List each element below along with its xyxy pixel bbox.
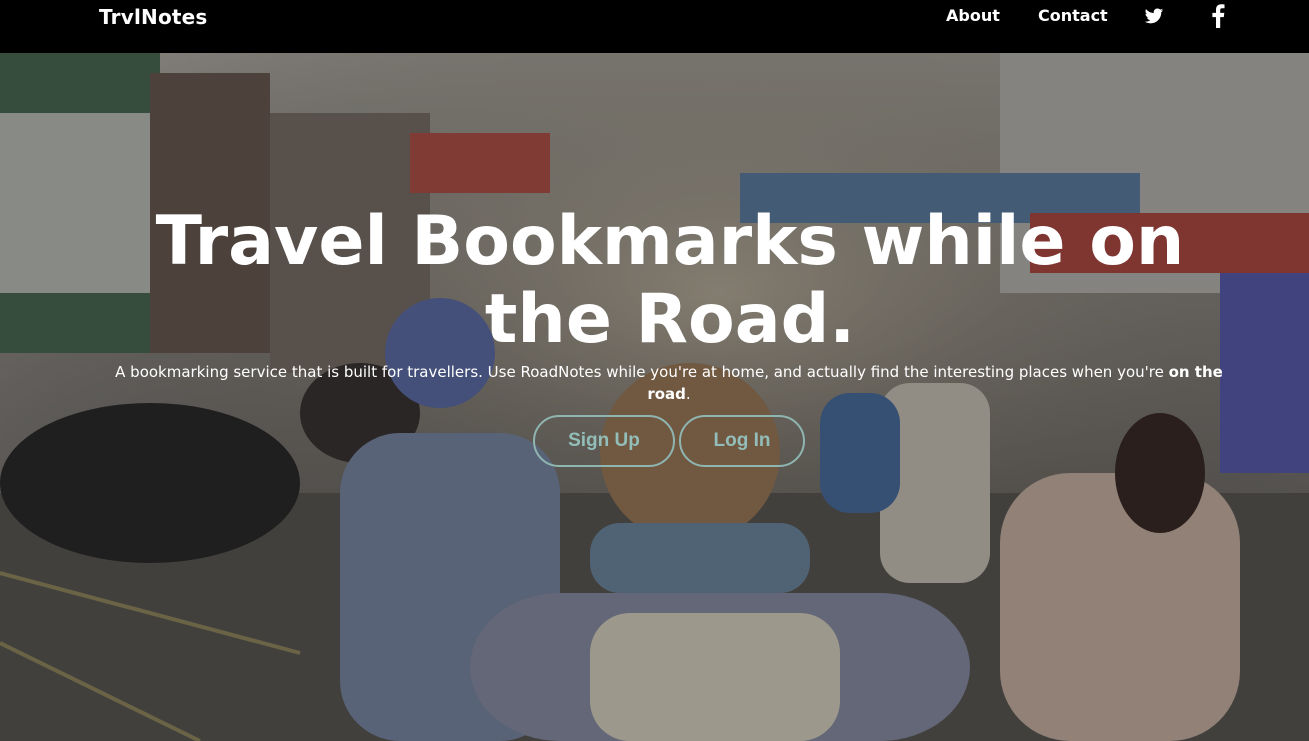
facebook-icon[interactable] [1211,4,1225,29]
twitter-icon[interactable] [1144,6,1164,26]
navbar: TrvlNotes About Contact [0,0,1309,53]
hero-subtitle: A bookmarking service that is built for … [104,361,1234,405]
hero-subtitle-end: . [685,385,691,403]
hero-title: Travel Bookmarks while on the Road. [155,202,1185,359]
hero-section: Travel Bookmarks while on the Road. A bo… [0,53,1309,741]
login-button[interactable]: Log In [679,415,805,467]
brand-logo[interactable]: TrvlNotes [99,5,208,29]
signup-button[interactable]: Sign Up [533,415,675,467]
hero-subtitle-text: A bookmarking service that is built for … [115,363,1169,381]
nav-link-about[interactable]: About [946,6,1000,25]
nav-link-contact[interactable]: Contact [1038,6,1108,25]
